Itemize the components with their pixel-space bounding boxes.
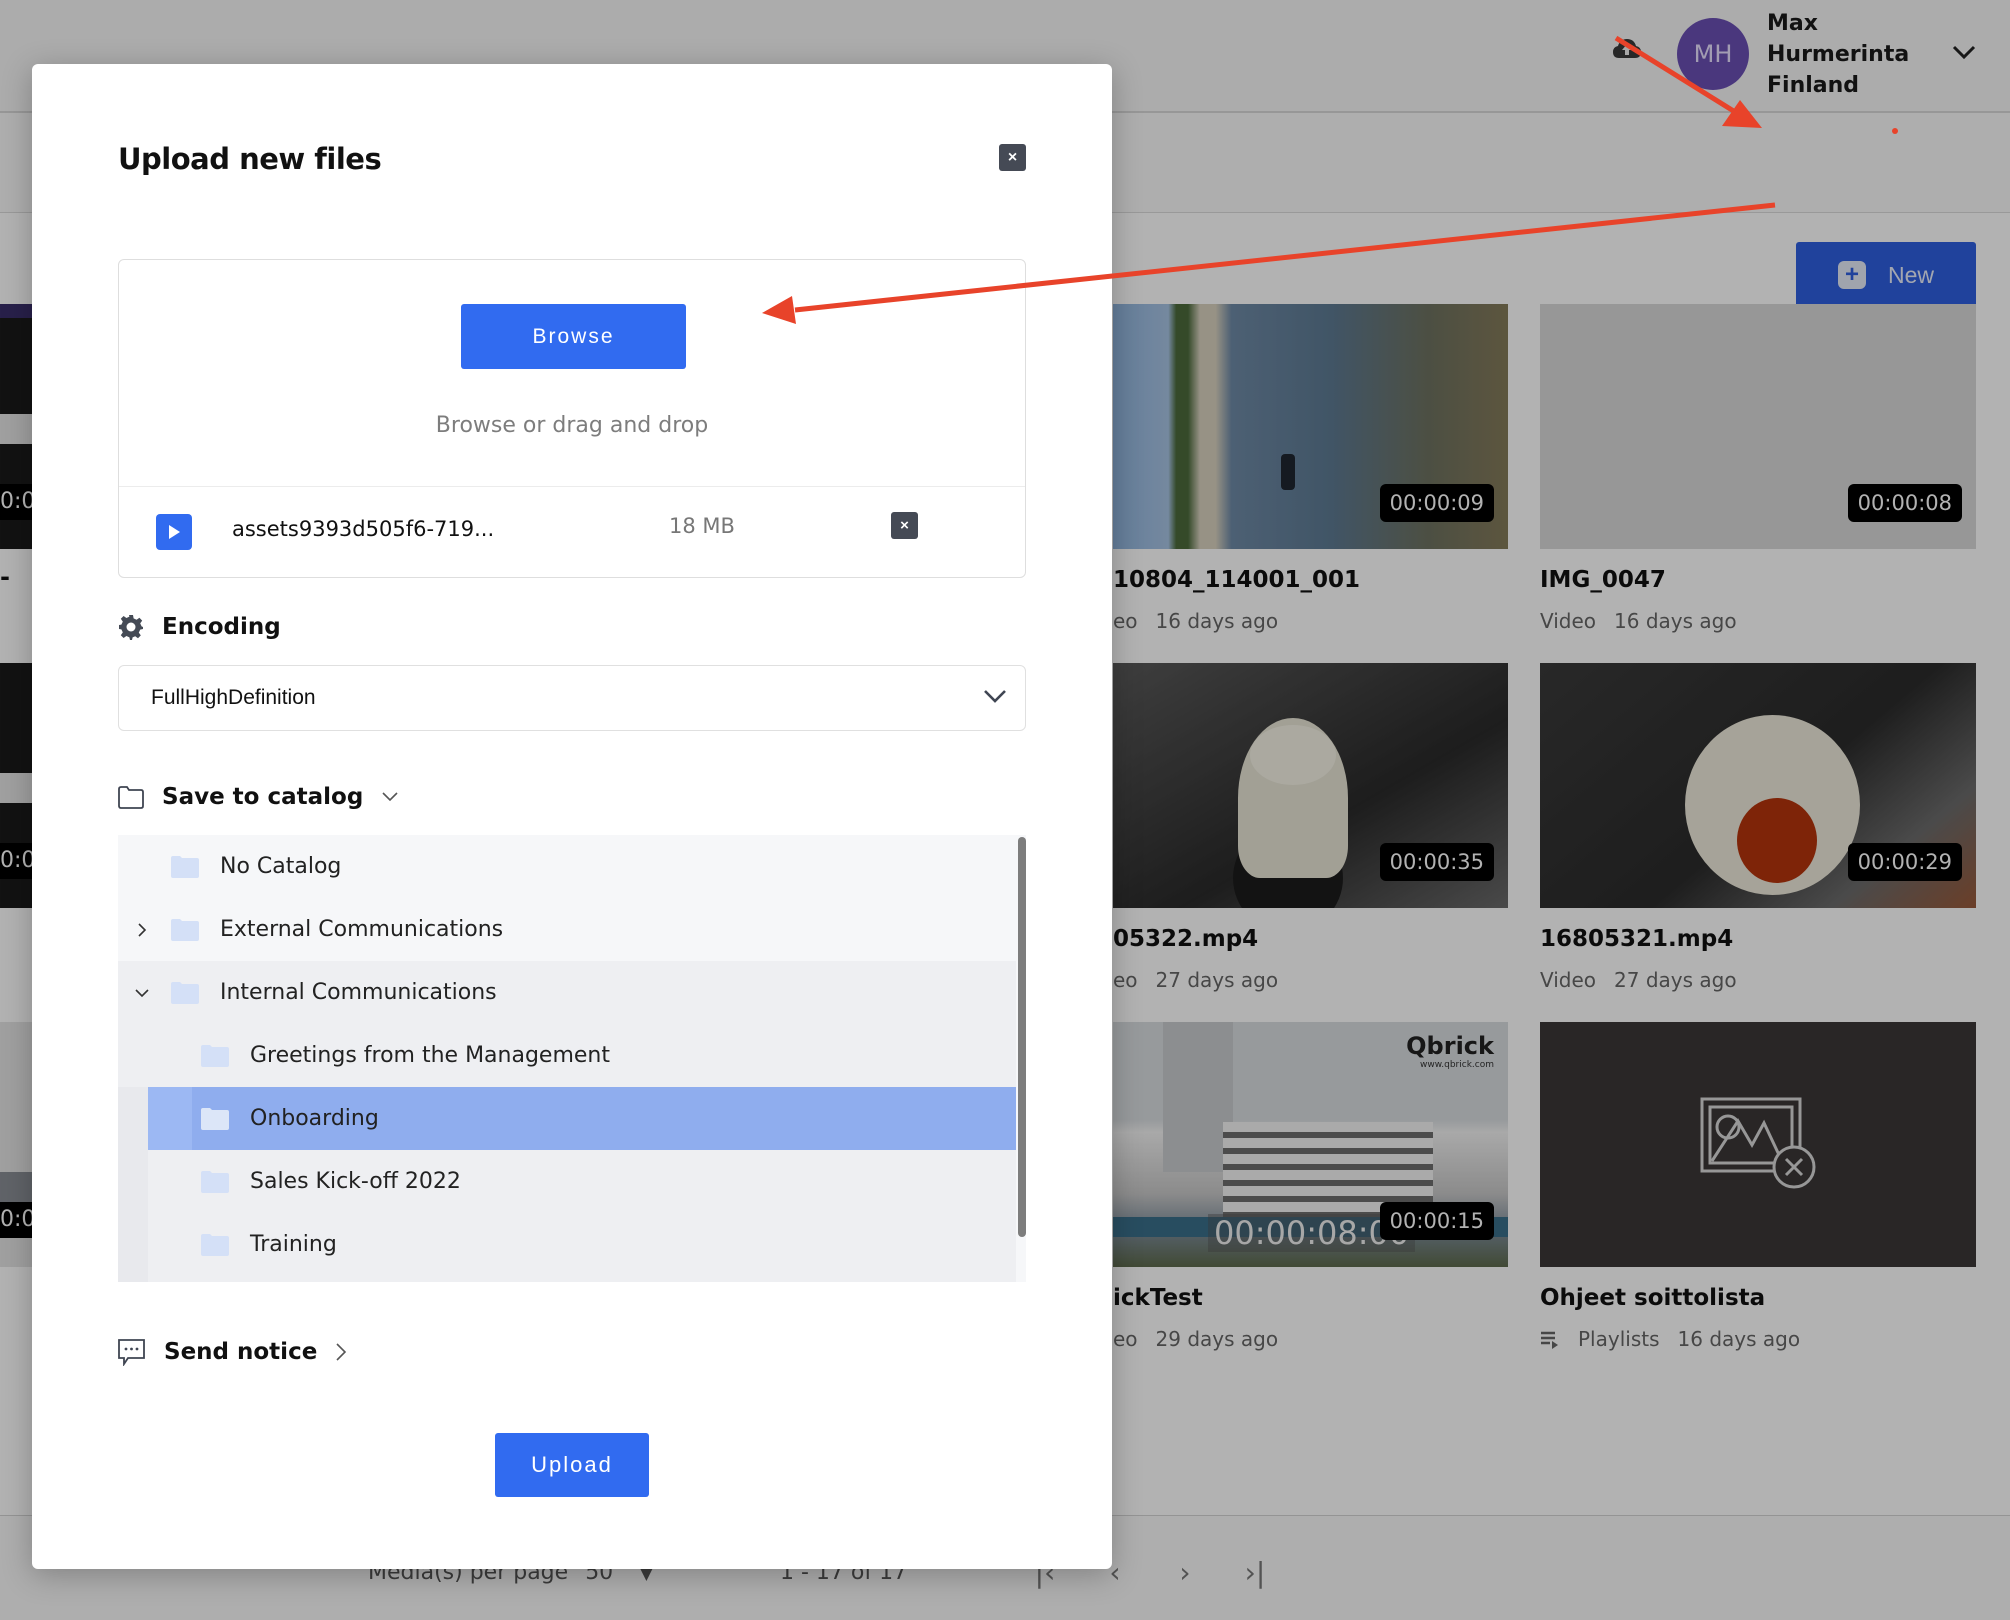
- video-file-icon: [156, 514, 192, 550]
- remove-file-button[interactable]: ×: [891, 512, 918, 539]
- save-to-catalog-label: Save to catalog: [162, 784, 364, 810]
- chat-message-icon: [118, 1339, 145, 1366]
- folder-icon: [171, 981, 199, 1004]
- encoding-heading: Encoding: [118, 614, 281, 640]
- folder-icon: [118, 786, 144, 809]
- folder-icon: [201, 1107, 229, 1130]
- upload-button[interactable]: Upload: [495, 1433, 649, 1497]
- browse-button[interactable]: Browse: [461, 304, 686, 369]
- catalog-item-label: Training: [250, 1232, 337, 1257]
- send-notice-label: Send notice: [164, 1339, 318, 1365]
- folder-icon: [201, 1233, 229, 1256]
- catalog-item-label: Onboarding: [250, 1106, 379, 1131]
- catalog-item-label: Greetings from the Management: [250, 1043, 610, 1068]
- catalog-item-onboarding[interactable]: Onboarding: [148, 1087, 1016, 1150]
- catalog-item-label: Internal Communications: [220, 980, 497, 1005]
- dropzone-hint: Browse or drag and drop: [435, 413, 709, 438]
- catalog-item-label: Sales Kick-off 2022: [250, 1169, 461, 1194]
- folder-icon: [171, 855, 199, 878]
- chevron-down-icon: [382, 792, 398, 802]
- divider: [119, 486, 1025, 487]
- catalog-item-sales-kickoff[interactable]: Sales Kick-off 2022: [118, 1150, 1016, 1213]
- close-icon: ×: [900, 517, 909, 534]
- catalog-item-training[interactable]: Training: [118, 1213, 1016, 1276]
- dialog-title: Upload new files: [118, 142, 382, 176]
- file-list-item: assets9393d505f6-719... 18 MB ×: [119, 500, 1025, 560]
- folder-icon: [171, 918, 199, 941]
- file-size: 18 MB: [669, 514, 735, 538]
- catalog-item-internal-communications[interactable]: Internal Communications: [118, 961, 1016, 1024]
- chevron-right-icon: [336, 1343, 347, 1361]
- upload-dialog: Upload new files × Browse Browse or drag…: [32, 64, 1112, 1569]
- catalog-tree: No Catalog External Communications Inter…: [118, 835, 1026, 1282]
- folder-icon: [201, 1044, 229, 1067]
- chevron-down-icon: [984, 690, 1006, 703]
- catalog-item-label: No Catalog: [220, 854, 342, 879]
- catalog-item-label: External Communications: [220, 917, 504, 942]
- file-dropzone[interactable]: Browse Browse or drag and drop assets939…: [118, 259, 1026, 578]
- chevron-down-icon[interactable]: [134, 985, 150, 1001]
- close-button[interactable]: ×: [999, 144, 1026, 171]
- close-icon: ×: [1007, 148, 1018, 166]
- tree-scrollbar[interactable]: [1018, 837, 1026, 1237]
- catalog-item-external-communications[interactable]: External Communications: [118, 898, 1016, 961]
- folder-icon: [201, 1170, 229, 1193]
- encoding-value: FullHighDefinition: [151, 686, 316, 709]
- save-to-catalog-toggle[interactable]: Save to catalog: [118, 784, 399, 810]
- chevron-right-icon[interactable]: [134, 922, 150, 938]
- encoding-select[interactable]: FullHighDefinition: [118, 665, 1026, 731]
- catalog-item-no-catalog[interactable]: No Catalog: [118, 835, 1016, 898]
- gear-icon: [119, 615, 143, 640]
- file-name: assets9393d505f6-719...: [232, 517, 495, 541]
- encoding-label: Encoding: [162, 614, 281, 640]
- catalog-item-greetings[interactable]: Greetings from the Management: [118, 1024, 1016, 1087]
- send-notice-toggle[interactable]: Send notice: [118, 1338, 347, 1366]
